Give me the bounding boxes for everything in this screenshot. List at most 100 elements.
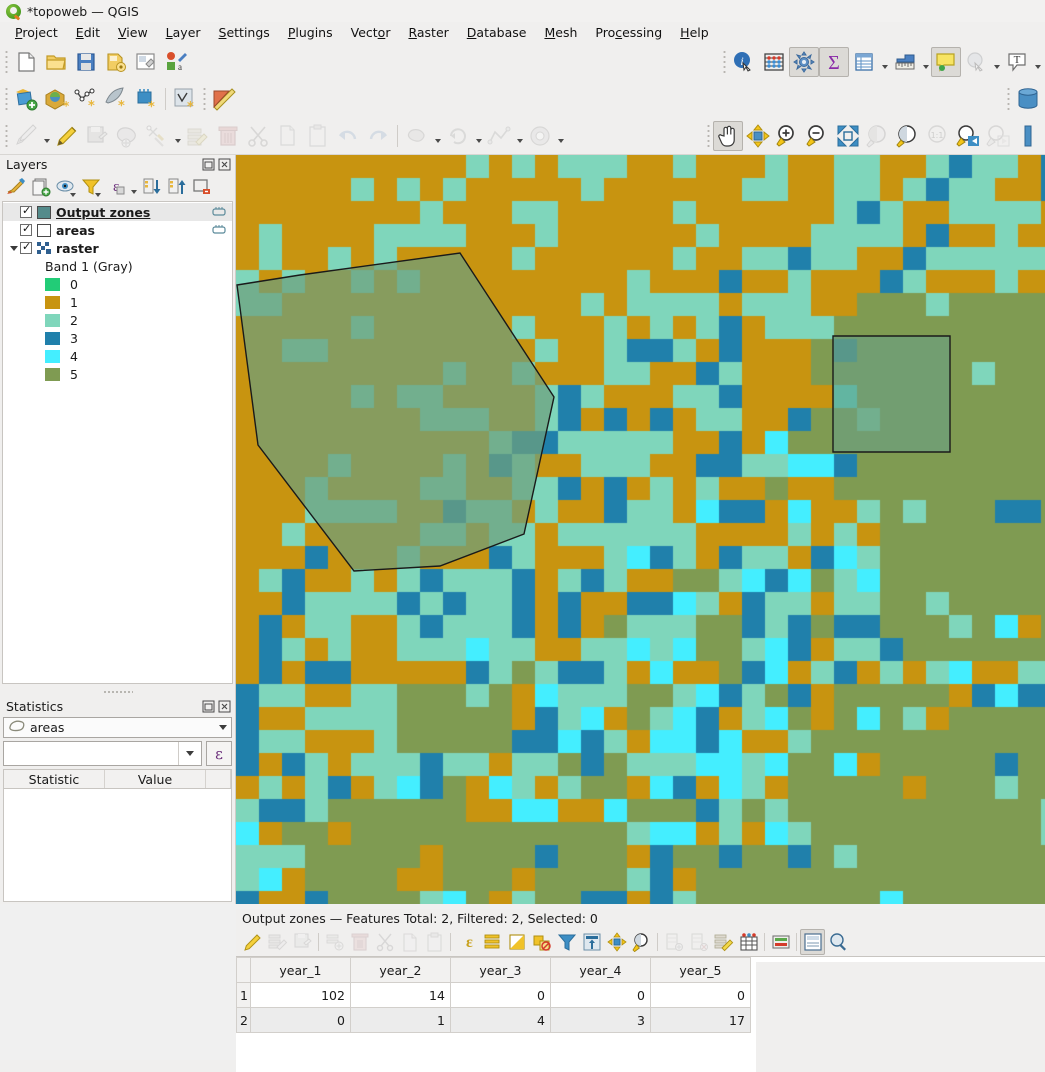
toolbar-handle-ds[interactable] (2, 88, 11, 110)
cut-icon[interactable] (243, 121, 273, 151)
redo-icon[interactable] (363, 121, 393, 151)
add-group-icon[interactable] (28, 175, 53, 199)
paste-icon[interactable] (303, 121, 333, 151)
menu-item-view[interactable]: View (109, 23, 157, 42)
copy-icon[interactable] (273, 121, 303, 151)
modify-attributes-icon[interactable] (183, 121, 213, 151)
copy-icon[interactable] (397, 929, 422, 955)
table-cell[interactable]: 102 (249, 982, 351, 1008)
zoom-in-icon[interactable] (773, 121, 803, 151)
save-project-icon[interactable] (71, 47, 101, 77)
edit-buffer-icon[interactable] (212, 206, 226, 217)
table-cell[interactable]: 4 (449, 1007, 551, 1033)
conditional-formatting-icon[interactable] (736, 929, 761, 955)
add-feature-icon[interactable] (322, 929, 347, 955)
refresh-icon[interactable] (1013, 121, 1043, 151)
table-cell[interactable]: 0 (449, 982, 551, 1008)
dock-splitter[interactable] (0, 686, 235, 697)
database-icon[interactable] (1013, 84, 1043, 114)
attribute-column-header[interactable]: year_1 (249, 957, 351, 983)
select-dropdown-caret[interactable] (991, 48, 1002, 76)
move-feature-icon[interactable] (402, 121, 432, 151)
save-layer-edits-icon[interactable] (82, 121, 112, 151)
move-selection-to-top-icon[interactable] (579, 929, 604, 955)
filter-expression-icon[interactable]: ε (103, 175, 128, 199)
menu-item-layer[interactable]: Layer (157, 23, 210, 42)
new-shapefile-layer-icon[interactable]: * (71, 84, 101, 114)
open-field-calculator-icon[interactable] (711, 929, 736, 955)
zoom-to-selection-icon[interactable] (629, 929, 654, 955)
cut-icon[interactable] (372, 929, 397, 955)
expression-builder-button[interactable]: ε (206, 741, 232, 766)
current-edits-icon[interactable] (11, 121, 41, 151)
toolbar-handle[interactable] (2, 50, 11, 73)
add-ring-icon[interactable] (525, 121, 555, 151)
table-cell[interactable]: 3 (549, 1007, 651, 1033)
layer-visibility-checkbox[interactable] (20, 240, 32, 254)
delete-selected-icon[interactable] (213, 121, 243, 151)
attribute-column-header[interactable]: year_3 (449, 957, 551, 983)
expand-all-icon[interactable] (139, 175, 164, 199)
square-zone[interactable] (832, 335, 951, 453)
row-number[interactable]: 1 (236, 982, 251, 1008)
identify-features-icon[interactable]: i (729, 47, 759, 77)
edit-buffer-icon[interactable] (212, 224, 226, 235)
menu-item-project[interactable]: Project (6, 23, 67, 42)
select-features-icon[interactable] (961, 47, 991, 77)
new-field-icon[interactable] (661, 929, 686, 955)
add-ring-caret[interactable] (555, 122, 566, 150)
filter-expression-caret[interactable] (128, 173, 139, 201)
zoom-next-icon[interactable] (983, 121, 1013, 151)
raster-legend-entry[interactable]: 5 (3, 365, 232, 383)
zoom-to-selection-icon[interactable] (863, 121, 893, 151)
undock-icon[interactable] (202, 700, 215, 713)
table-cell[interactable]: 1 (349, 1007, 451, 1033)
form-view-icon[interactable] (800, 929, 825, 955)
layer-visibility-checkbox[interactable] (20, 222, 32, 236)
layer-item-areas[interactable]: areas (3, 221, 232, 239)
attribute-column-header[interactable]: year_2 (349, 957, 451, 983)
select-by-expression-icon[interactable]: ε (454, 929, 479, 955)
simplify-feature-icon[interactable] (484, 121, 514, 151)
menu-item-database[interactable]: Database (458, 23, 536, 42)
table-cell[interactable]: 14 (349, 982, 451, 1008)
invert-selection-icon[interactable] (504, 929, 529, 955)
menu-item-vector[interactable]: Vector (342, 23, 400, 42)
zoom-full-icon[interactable] (833, 121, 863, 151)
undo-icon[interactable] (333, 121, 363, 151)
menu-item-processing[interactable]: Processing (586, 23, 671, 42)
raster-legend-entry[interactable]: 3 (3, 329, 232, 347)
attribute-table-dropdown-caret[interactable] (879, 48, 890, 76)
raster-legend-entry[interactable]: 2 (3, 311, 232, 329)
raster-legend-entry[interactable]: 1 (3, 293, 232, 311)
toolbar-handle-attributes[interactable] (720, 50, 729, 73)
save-edits-icon[interactable] (265, 929, 290, 955)
chevron-down-icon[interactable] (7, 246, 20, 251)
zoom-native-icon[interactable]: 1:1 (923, 121, 953, 151)
processing-toolbox-icon[interactable] (789, 46, 819, 77)
statistics-field-select[interactable] (3, 741, 202, 766)
remove-layer-icon[interactable] (189, 175, 214, 199)
chevron-down-icon[interactable] (179, 742, 201, 765)
new-memory-layer-icon[interactable]: * (131, 84, 161, 114)
menu-item-edit[interactable]: Edit (67, 23, 109, 42)
save-project-as-icon[interactable] (101, 47, 131, 77)
toggle-editing-icon[interactable] (240, 929, 265, 955)
layer-item-raster[interactable]: raster (3, 239, 232, 257)
attribute-column-header[interactable]: year_4 (549, 957, 651, 983)
measure-line-icon[interactable] (890, 47, 920, 77)
add-polygon-feature-icon[interactable] (112, 121, 142, 151)
new-geopackage-layer-icon[interactable]: * (41, 84, 71, 114)
menu-item-raster[interactable]: Raster (399, 23, 457, 42)
table-cell[interactable]: 0 (549, 982, 651, 1008)
layers-tree[interactable]: Output zones areas raster Band 1 (Gray) 0 1 2 3… (2, 201, 233, 684)
style-manager-icon[interactable]: a (161, 47, 191, 77)
new-virtual-layer-icon[interactable]: * (170, 84, 200, 114)
table-cell[interactable]: 0 (249, 1007, 351, 1033)
zoom-last-icon[interactable] (953, 121, 983, 151)
layer-visibility-checkbox[interactable] (20, 204, 32, 218)
zoom-out-icon[interactable] (803, 121, 833, 151)
pan-to-selection-icon[interactable] (604, 929, 629, 955)
text-annotation-icon[interactable]: T (1002, 47, 1032, 77)
filter-selection-icon[interactable] (554, 929, 579, 955)
